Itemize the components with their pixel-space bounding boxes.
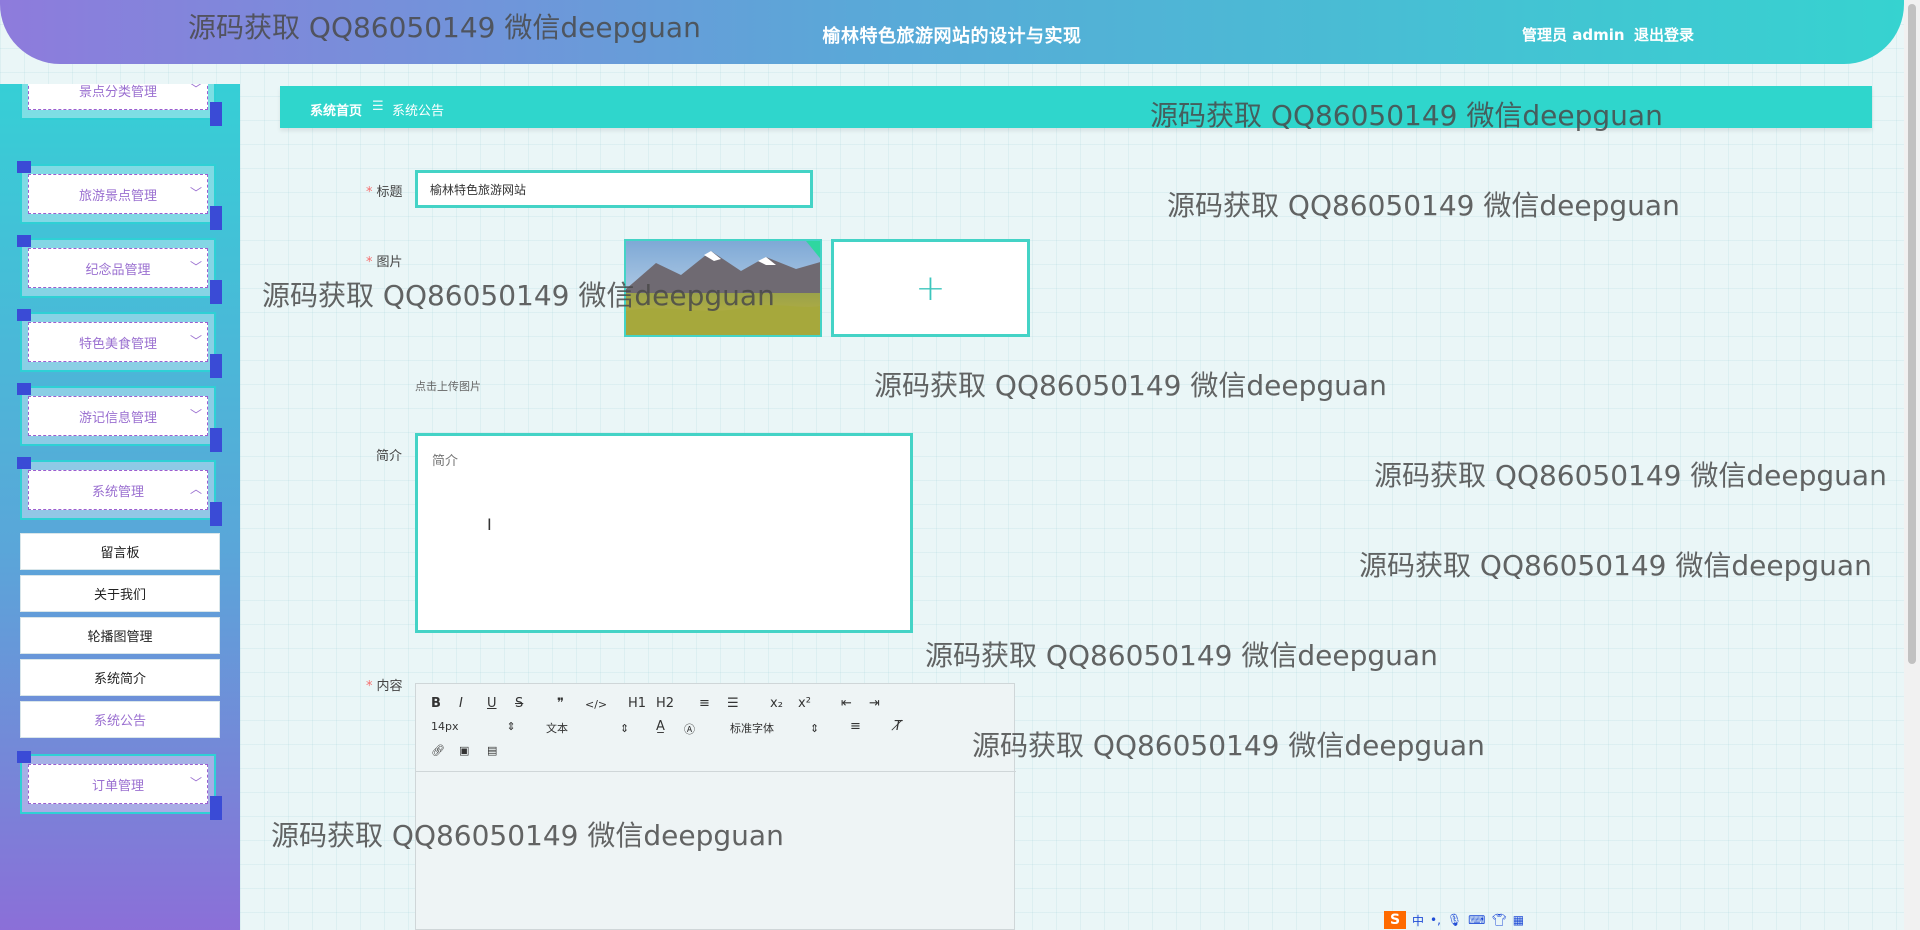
outdent-button[interactable]: ⇤: [841, 696, 852, 711]
chevron-down-icon: ﹀: [189, 260, 202, 274]
chevron-down-icon: ﹀: [189, 334, 202, 348]
sidebar-group-label: 旅游景点管理: [28, 174, 208, 214]
indent-button[interactable]: ⇥: [869, 696, 880, 711]
user-info: 管理员 admin: [1522, 26, 1625, 44]
heading2-button[interactable]: H2: [656, 696, 674, 711]
font-family-select[interactable]: 标准字体 ⇕: [730, 720, 819, 736]
sidebar-item-message-board[interactable]: 留言板: [20, 533, 220, 570]
chevron-updown-icon: ⇕: [620, 722, 630, 735]
chevron-updown-icon: ⇕: [810, 722, 820, 735]
chevron-down-icon: ﹀: [189, 186, 202, 200]
breadcrumb-current: 系统公告: [392, 104, 445, 119]
sidebar-item-announcement[interactable]: 系统公告: [20, 701, 220, 738]
video-icon[interactable]: ▤: [487, 744, 497, 757]
content-label: * 内容: [366, 679, 403, 694]
background-color-icon[interactable]: Ⓐ: [684, 721, 695, 737]
ime-toolbar[interactable]: S 中 •, 🎙︎ ⌨ 👕︎ ▦: [1384, 910, 1564, 930]
chevron-up-icon: ︿: [189, 482, 202, 496]
sidebar-item-system-intro[interactable]: 系统简介: [20, 659, 220, 696]
chevron-down-icon: ﹀: [189, 776, 202, 790]
sidebar-group-souvenir[interactable]: 纪念品管理 ﹀: [17, 235, 222, 304]
punctuation-icon[interactable]: •,: [1430, 913, 1441, 927]
ime-logo-icon: S: [1384, 911, 1406, 929]
watermark-text: 源码获取 QQ86050149 微信deepguan: [972, 729, 1485, 762]
heading1-button[interactable]: H1: [628, 696, 646, 711]
ordered-list-button[interactable]: ≡: [699, 696, 710, 711]
microphone-icon[interactable]: 🎙︎: [1447, 913, 1462, 927]
menu-icon: ☰: [372, 99, 384, 114]
sidebar-group-food[interactable]: 特色美食管理 ﹀: [17, 309, 222, 378]
underline-button[interactable]: U: [487, 696, 497, 711]
watermark-text: 源码获取 QQ86050149 微信deepguan: [1374, 459, 1887, 492]
link-icon[interactable]: 🔗︎: [431, 744, 445, 757]
sidebar-group-label: 景点分类管理: [28, 84, 208, 110]
align-icon[interactable]: ≡: [850, 719, 861, 734]
title-input[interactable]: [415, 170, 813, 208]
skin-icon[interactable]: 👕︎: [1491, 913, 1506, 927]
sidebar-group-label: 系统管理: [28, 470, 208, 510]
subscript-button[interactable]: x₂: [770, 696, 783, 711]
sidebar-group-label: 纪念品管理: [28, 248, 208, 288]
sidebar-group-scenic-category[interactable]: 景点分类管理 ﹀: [20, 84, 222, 126]
italic-button[interactable]: I: [459, 696, 463, 711]
chevron-down-icon: ﹀: [189, 84, 202, 96]
strike-button[interactable]: S: [515, 696, 523, 711]
blockquote-button[interactable]: ❞: [557, 696, 564, 711]
sidebar-group-label: 特色美食管理: [28, 322, 208, 362]
rich-text-editor[interactable]: B I U S ❞ </> H1 H2 ≡ ☰ x₂ x² ⇤ ⇥ 14px ⇕ …: [415, 683, 1016, 930]
scrollbar-thumb[interactable]: [1908, 4, 1916, 664]
font-color-icon[interactable]: A̲: [656, 719, 665, 734]
title-label: * 标题: [366, 185, 403, 200]
code-block-button[interactable]: </>: [585, 698, 607, 711]
image-icon[interactable]: ▣: [459, 744, 469, 757]
grid-icon[interactable]: ▦: [1513, 913, 1524, 927]
sidebar-group-orders[interactable]: 订单管理 ﹀: [17, 751, 222, 820]
editor-toolbar: B I U S ❞ </> H1 H2 ≡ ☰ x₂ x² ⇤ ⇥ 14px ⇕ …: [416, 684, 1016, 772]
watermark-text: 源码获取 QQ86050149 微信deepguan: [874, 369, 1387, 402]
bold-button[interactable]: B: [431, 696, 441, 711]
vertical-scrollbar[interactable]: [1904, 0, 1920, 930]
ime-language[interactable]: 中: [1412, 912, 1424, 929]
watermark-text: 源码获取 QQ86050149 微信deepguan: [262, 279, 775, 312]
font-size-select[interactable]: 14px ⇕: [431, 720, 516, 733]
breadcrumb-home[interactable]: 系统首页: [310, 100, 362, 119]
clear-format-icon[interactable]: T̸: [894, 719, 902, 734]
sidebar-group-label: 订单管理: [28, 764, 208, 804]
picture-label: * 图片: [366, 255, 403, 270]
upload-button[interactable]: +: [831, 239, 1030, 337]
sidebar-group-scenic-spot[interactable]: 旅游景点管理 ﹀: [17, 161, 222, 230]
plus-icon: +: [915, 267, 946, 309]
keyboard-icon[interactable]: ⌨: [1468, 913, 1485, 927]
sidebar: 景点分类管理 ﹀ 旅游景点管理 ﹀ 纪念品管理 ﹀ 特色美食管理 ﹀ 游记信息管…: [0, 84, 240, 930]
chevron-down-icon: ﹀: [189, 408, 202, 422]
watermark-text: 源码获取 QQ86050149 微信deepguan: [188, 11, 701, 44]
superscript-button[interactable]: x²: [798, 696, 811, 711]
brief-label: 简介: [376, 449, 403, 464]
watermark-text: 源码获取 QQ86050149 微信deepguan: [925, 639, 1438, 672]
watermark-text: 源码获取 QQ86050149 微信deepguan: [1150, 99, 1663, 132]
sidebar-group-travel-notes[interactable]: 游记信息管理 ﹀: [17, 383, 222, 452]
logout-link[interactable]: 退出登录: [1634, 24, 1694, 45]
sidebar-group-label: 游记信息管理: [28, 396, 208, 436]
sidebar-item-carousel[interactable]: 轮播图管理: [20, 617, 220, 654]
watermark-text: 源码获取 QQ86050149 微信deepguan: [271, 819, 784, 852]
upload-tip: 点击上传图片: [415, 380, 481, 393]
watermark-text: 源码获取 QQ86050149 微信deepguan: [1359, 549, 1872, 582]
sidebar-group-system[interactable]: 系统管理 ︿: [17, 457, 222, 526]
bullet-list-button[interactable]: ☰: [727, 696, 739, 711]
text-style-select[interactable]: 文本 ⇕: [546, 720, 629, 736]
chevron-updown-icon: ⇕: [506, 720, 516, 733]
watermark-text: 源码获取 QQ86050149 微信deepguan: [1167, 189, 1680, 222]
sidebar-item-about-us[interactable]: 关于我们: [20, 575, 220, 612]
text-cursor-icon: I: [487, 515, 492, 534]
